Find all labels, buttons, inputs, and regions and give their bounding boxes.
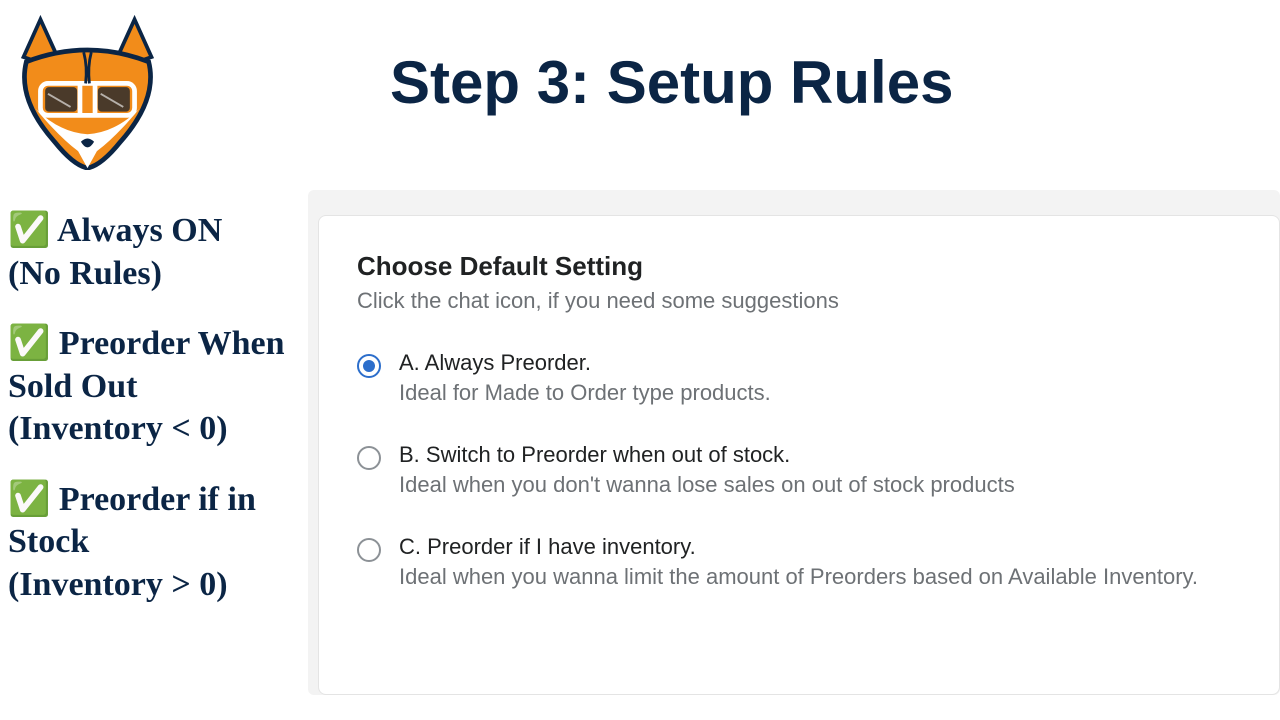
fox-logo: [10, 10, 165, 170]
option-text: A. Always Preorder. Ideal for Made to Or…: [399, 350, 771, 406]
summary-item: ✅ Preorder if in Stock (Inventory > 0): [8, 479, 308, 607]
option-text: C. Preorder if I have inventory. Ideal w…: [399, 534, 1198, 590]
option-label: A. Always Preorder.: [399, 350, 771, 376]
summary-line2: (Inventory > 0): [8, 564, 308, 607]
summary-line1: ✅ Preorder if in Stock: [8, 481, 256, 561]
radio-icon[interactable]: [357, 446, 381, 470]
option-always-preorder[interactable]: A. Always Preorder. Ideal for Made to Or…: [357, 350, 1241, 406]
summary-item: ✅ Preorder When Sold Out (Inventory < 0): [8, 323, 308, 451]
page-title: Step 3: Setup Rules: [390, 48, 953, 117]
option-label: B. Switch to Preorder when out of stock.: [399, 442, 1015, 468]
option-switch-out-of-stock[interactable]: B. Switch to Preorder when out of stock.…: [357, 442, 1241, 498]
option-text: B. Switch to Preorder when out of stock.…: [399, 442, 1015, 498]
summary-line2: (Inventory < 0): [8, 408, 308, 451]
panel-subtext: Click the chat icon, if you need some su…: [357, 288, 1241, 314]
option-if-inventory[interactable]: C. Preorder if I have inventory. Ideal w…: [357, 534, 1241, 590]
option-hint: Ideal when you don't wanna lose sales on…: [399, 472, 1015, 498]
summary-item: ✅ Always ON (No Rules): [8, 210, 308, 295]
summary-line1: ✅ Preorder When Sold Out: [8, 325, 285, 405]
settings-panel: Choose Default Setting Click the chat ic…: [318, 215, 1280, 695]
summary-list: ✅ Always ON (No Rules) ✅ Preorder When S…: [8, 210, 308, 634]
radio-icon[interactable]: [357, 538, 381, 562]
option-hint: Ideal for Made to Order type products.: [399, 380, 771, 406]
summary-line1: ✅ Always ON: [8, 212, 222, 249]
option-label: C. Preorder if I have inventory.: [399, 534, 1198, 560]
panel-heading: Choose Default Setting: [357, 251, 1241, 282]
settings-panel-outer: Choose Default Setting Click the chat ic…: [308, 190, 1280, 695]
radio-icon[interactable]: [357, 354, 381, 378]
summary-line2: (No Rules): [8, 253, 308, 296]
option-hint: Ideal when you wanna limit the amount of…: [399, 564, 1198, 590]
